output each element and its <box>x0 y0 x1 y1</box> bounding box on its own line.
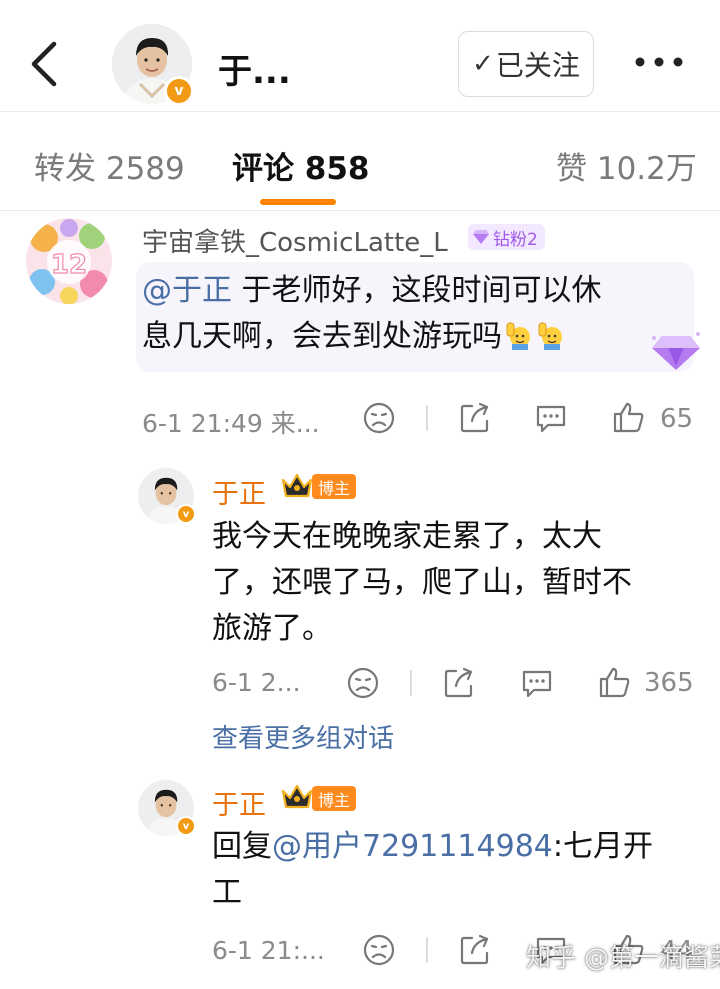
reply-prefix: 回复 <box>212 829 272 864</box>
divider <box>426 405 428 431</box>
view-more-replies-link[interactable]: 查看更多组对话 <box>212 718 394 755</box>
crown-icon <box>281 784 313 809</box>
share-icon[interactable] <box>458 933 492 967</box>
reply-text: 我今天在晚晚家走累了，太大 了，还喂了马，爬了山，暂时不 旅游了。 <box>212 514 632 652</box>
reply-username[interactable]: 于正 <box>212 783 266 822</box>
tab-bar: 转发 2589 评论 858 赞 10.2万 <box>0 113 720 211</box>
verified-badge-icon: v <box>176 504 196 524</box>
like-count: 65 <box>660 404 694 434</box>
dislike-face-icon[interactable] <box>362 401 396 435</box>
page-title: 于... <box>218 52 291 92</box>
thumbs-up-icon[interactable] <box>598 665 632 699</box>
reply-username[interactable]: 于正 <box>212 472 266 511</box>
back-arrow-icon[interactable] <box>26 38 66 90</box>
top-bar: v 于... ✓ 已关注 <box>0 0 720 112</box>
commenter-avatar[interactable]: 12 <box>26 218 112 304</box>
reply-time: 6-1 2... <box>212 668 301 697</box>
avatar-number: 12 <box>51 250 87 280</box>
reply-text-line: 旅游了。 <box>212 611 332 646</box>
reply-text-line: 工 <box>212 875 242 910</box>
author-badge: 博主 <box>312 474 357 499</box>
fan-badge-label: 钻粉2 <box>493 229 538 250</box>
crown-icon <box>281 473 313 498</box>
dislike-face-icon[interactable] <box>362 933 396 967</box>
dislike-face-icon[interactable] <box>346 666 380 700</box>
mention-link[interactable]: @用户7291114984 <box>272 829 553 864</box>
reply-comment-icon[interactable] <box>520 666 554 700</box>
mention-link[interactable]: @于正 <box>142 273 232 308</box>
flower-avatar-icon: 12 <box>26 218 112 304</box>
comment-text-line: 于老师好，这段时间可以休 <box>232 273 602 308</box>
followed-button[interactable]: ✓ 已关注 <box>458 31 594 97</box>
followed-label: 已关注 <box>495 49 580 82</box>
author-badge: 博主 <box>312 786 357 811</box>
active-tab-indicator <box>260 199 336 205</box>
thumbs-up-icon[interactable] <box>612 400 646 434</box>
divider <box>426 937 428 963</box>
commenter-username[interactable]: 宇宙拿铁_CosmicLatte_L <box>142 222 448 259</box>
reply-text: 回复@用户7291114984:七月开 工 <box>212 824 653 916</box>
reply-time: 6-1 21:... <box>212 936 325 965</box>
share-icon[interactable] <box>442 666 476 700</box>
watermark: 知乎 @第一滴酱菜 <box>526 943 720 972</box>
diamond-icon <box>473 230 489 244</box>
tab-likes[interactable]: 赞 10.2万 <box>556 143 697 188</box>
like-count: 365 <box>644 668 694 698</box>
verified-badge-icon: v <box>176 816 196 836</box>
tab-comments[interactable]: 评论 858 <box>232 143 370 188</box>
check-icon: ✓ <box>472 49 494 79</box>
reply-text-line: 我今天在晚晚家走累了，太大 <box>212 519 602 554</box>
tab-reposts[interactable]: 转发 2589 <box>34 143 185 188</box>
reply-text-line: :七月开 <box>552 829 653 864</box>
diamond-decoration-icon <box>652 332 700 370</box>
reply-text-line: 了，还喂了马，爬了山，暂时不 <box>212 565 632 600</box>
comment-time: 6-1 21:49 来... <box>142 409 320 438</box>
divider <box>410 670 412 696</box>
more-options-icon[interactable] <box>632 47 686 77</box>
comment-text-line: 息几天啊，会去到处游玩吗 <box>142 319 502 354</box>
fan-level-badge: 钻粉2 <box>468 224 545 250</box>
share-icon[interactable] <box>458 401 492 435</box>
raise-hand-emoji-icon <box>506 322 530 350</box>
comment-text: @于正 于老师好，这段时间可以休 息几天啊，会去到处游玩吗 <box>142 268 602 360</box>
reply-comment-icon[interactable] <box>534 401 568 435</box>
raise-hand-emoji-icon <box>538 322 562 350</box>
verified-badge-icon: v <box>164 76 194 106</box>
